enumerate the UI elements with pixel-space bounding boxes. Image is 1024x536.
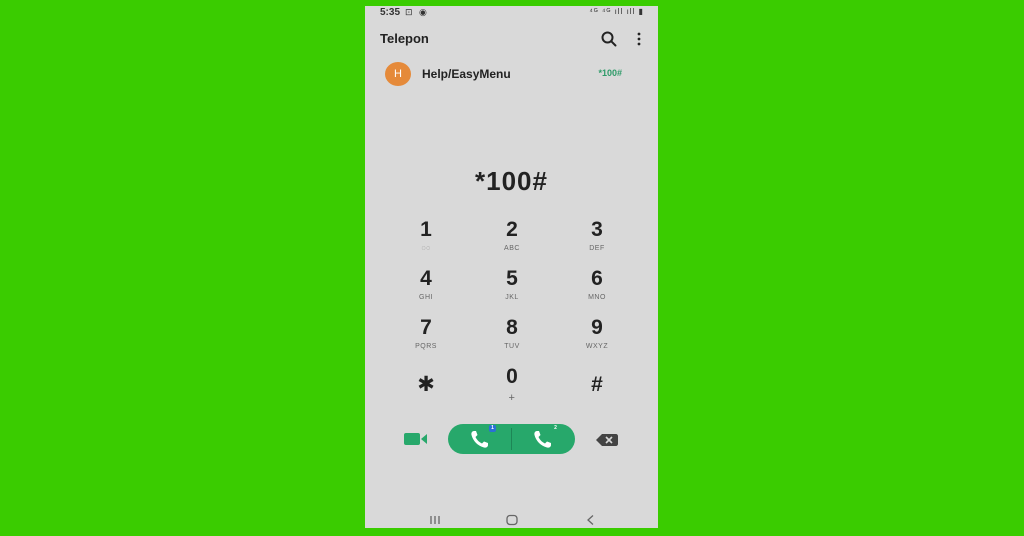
key-hash[interactable]: #	[562, 373, 632, 417]
key-digit: 0	[506, 365, 518, 388]
call-actions: 1 2	[365, 424, 658, 456]
key-9[interactable]: 9 WXYZ	[562, 316, 632, 360]
key-digit: 3	[591, 218, 603, 241]
key-digit: 6	[591, 267, 603, 290]
key-letters: MNO	[588, 294, 606, 301]
call-button-group: 1 2	[448, 424, 575, 454]
key-letters: TUV	[504, 343, 520, 350]
key-1[interactable]: 1 ◌◌	[391, 218, 461, 262]
suggested-contact[interactable]: H Help/EasyMenu *100#	[365, 62, 658, 86]
backspace-icon[interactable]	[595, 432, 619, 448]
key-digit: ✱	[417, 373, 435, 396]
app-title: Telepon	[380, 31, 429, 46]
signal-battery-icons: ⁴ᴳ ⁴ᴳ ıll ıll ▮	[589, 7, 644, 16]
key-letters: WXYZ	[585, 343, 609, 350]
sim2-badge: 2	[552, 425, 559, 432]
key-digit: 9	[591, 316, 603, 339]
key-digit: 7	[420, 316, 432, 339]
more-options-icon[interactable]	[632, 30, 646, 48]
key-7[interactable]: 7 PQRS	[391, 316, 461, 360]
key-digit: 8	[506, 316, 518, 339]
key-letters: ABC	[504, 245, 520, 252]
key-digit: 2	[506, 218, 518, 241]
sim1-badge: 1	[489, 425, 496, 432]
key-8[interactable]: 8 TUV	[477, 316, 547, 360]
key-digit: 1	[420, 218, 432, 241]
phone-sim1-icon[interactable]: 1	[468, 425, 496, 450]
notification-icons: ⊡ ◉	[405, 7, 429, 17]
key-letters: JKL	[505, 294, 519, 301]
search-icon[interactable]	[600, 30, 618, 48]
call-divider	[511, 428, 512, 450]
key-4[interactable]: 4 GHI	[391, 267, 461, 311]
key-0[interactable]: 0 +	[477, 365, 547, 409]
key-6[interactable]: 6 MNO	[562, 267, 632, 311]
key-digit: #	[591, 373, 603, 396]
key-letters: GHI	[419, 294, 433, 301]
key-3[interactable]: 3 DEF	[562, 218, 632, 262]
app-bar: Telepon	[365, 28, 658, 52]
status-time: 5:35	[380, 7, 401, 18]
contact-name: Help/EasyMenu	[422, 67, 511, 81]
phone-screen: 5:35 ⊡ ◉ ⁴ᴳ ⁴ᴳ ıll ıll ▮ Telepon H Help/…	[365, 6, 658, 528]
video-call-icon[interactable]	[403, 430, 429, 448]
avatar: H	[385, 62, 411, 86]
key-digit: 4	[420, 267, 432, 290]
system-nav-bar	[365, 511, 658, 527]
key-5[interactable]: 5 JKL	[477, 267, 547, 311]
key-letters: +	[508, 392, 516, 404]
status-bar: 5:35 ⊡ ◉ ⁴ᴳ ⁴ᴳ ıll ıll ▮	[365, 6, 658, 20]
dialed-number-display[interactable]: *100#	[365, 166, 658, 197]
home-icon[interactable]	[504, 513, 520, 526]
back-icon[interactable]	[583, 513, 599, 525]
voicemail-icon: ◌◌	[421, 245, 431, 252]
key-letters: DEF	[589, 245, 605, 252]
key-letters: PQRS	[415, 343, 437, 350]
recent-apps-icon[interactable]	[427, 513, 443, 525]
contact-number: *100#	[598, 68, 622, 78]
key-2[interactable]: 2 ABC	[477, 218, 547, 262]
phone-sim2-icon[interactable]: 2	[531, 425, 559, 450]
key-star[interactable]: ✱	[391, 373, 461, 417]
key-digit: 5	[506, 267, 518, 290]
